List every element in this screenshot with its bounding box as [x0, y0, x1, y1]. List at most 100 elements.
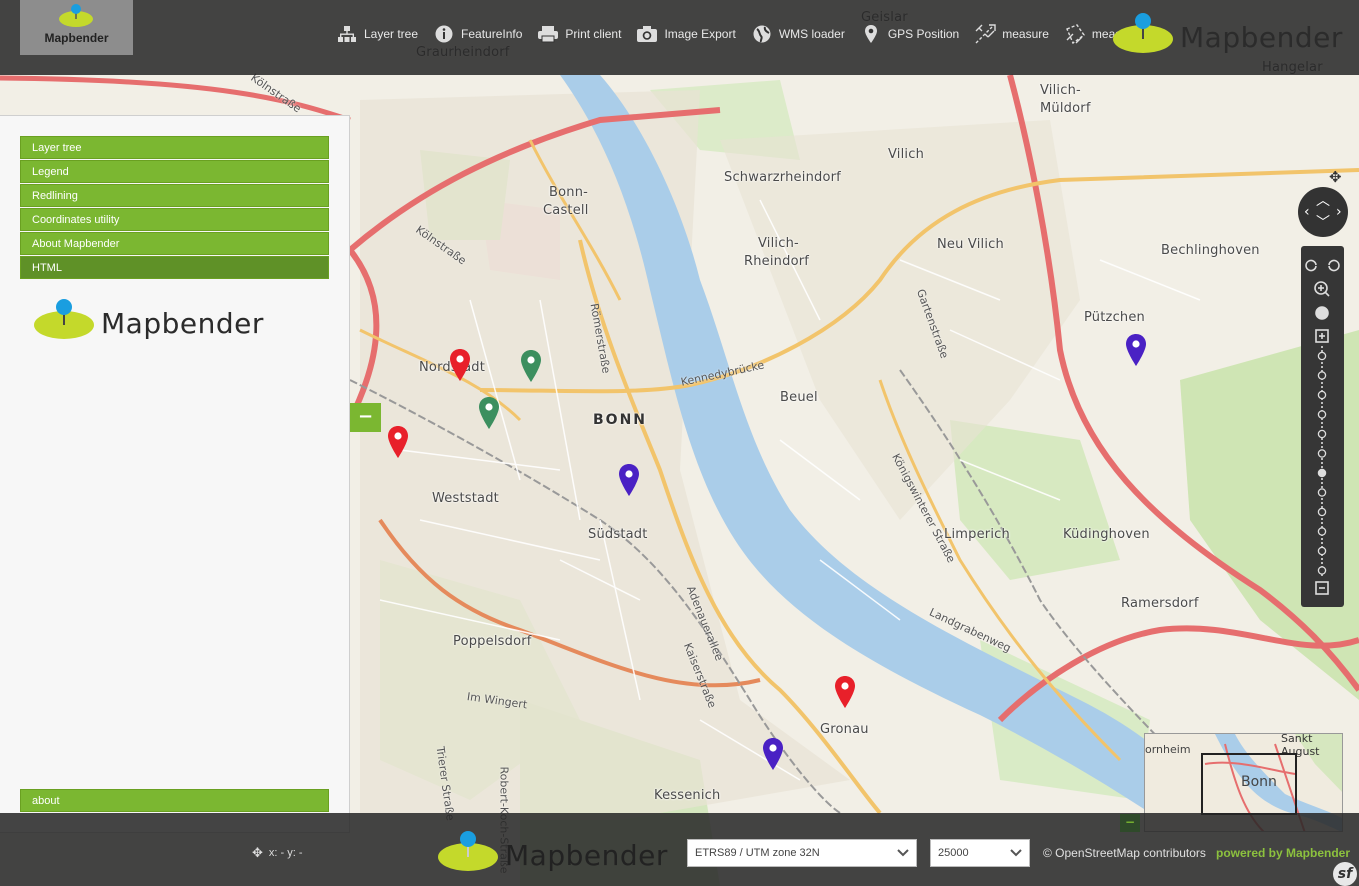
history-forward-icon: [1328, 259, 1340, 272]
app-logo-text: Mapbender: [44, 31, 109, 45]
map-marker-icon[interactable]: [834, 675, 856, 709]
toolbar-button-label: WMS loader: [778, 27, 845, 41]
sidepane-item-coordinates-utility[interactable]: Coordinates utility: [20, 208, 329, 231]
map-pin-icon: [860, 23, 882, 45]
map-place-label: Vilich: [888, 147, 925, 162]
map-marker-icon[interactable]: [618, 463, 640, 497]
map-marker-icon[interactable]: [762, 737, 784, 771]
powered-by-link[interactable]: powered by Mapbender: [1216, 846, 1350, 860]
overview-extent-box[interactable]: [1201, 753, 1297, 815]
pan-right-icon[interactable]: ›: [1336, 205, 1342, 219]
toolbar: Layer tree FeatureInfo Print client Image E…: [336, 22, 1154, 46]
sidepane-item-redlining[interactable]: Redlining: [20, 184, 329, 207]
toolbar-button-measure[interactable]: measure: [974, 23, 1049, 45]
map-place-label: Vilich-: [758, 236, 799, 251]
map-marker-icon[interactable]: [1125, 333, 1147, 367]
map-marker-icon[interactable]: [387, 425, 409, 459]
pan-down-icon[interactable]: ﹀: [1316, 216, 1330, 230]
zoom-bar: [1301, 246, 1344, 607]
toolbar-button-wms-loader[interactable]: WMS loader: [751, 23, 845, 45]
camera-icon: [636, 23, 658, 45]
footer-brand-logo: Mapbender: [437, 830, 667, 876]
measure-area-icon: [1064, 23, 1086, 45]
sidepane-logo-text: Mapbender: [101, 307, 264, 340]
measure-line-icon: [974, 23, 996, 45]
copyright-text: © OpenStreetMap contributors: [1043, 846, 1206, 860]
app-logo[interactable]: Mapbender: [20, 0, 133, 55]
map-place-label: Castell: [543, 203, 589, 218]
sidepane: Layer tree Legend Redlining Coordinates uti…: [0, 115, 350, 833]
mapbender-logo-icon: [34, 299, 94, 339]
zoom-level-step: [1317, 507, 1327, 517]
zoom-level-step: [1317, 371, 1327, 380]
sitemap-icon: [336, 23, 358, 45]
map-marker-icon[interactable]: [478, 396, 500, 430]
map-city-label: BONN: [593, 412, 648, 428]
sidepane-collapse-button[interactable]: −: [350, 403, 381, 432]
pan-up-icon[interactable]: ︿: [1316, 194, 1330, 208]
zoom-level-step: [1317, 390, 1327, 400]
history-back-icon: [1305, 259, 1317, 272]
toolbar-button-label: Layer tree: [364, 27, 419, 41]
coordinates-display: ✥ x: - y: -: [252, 845, 303, 861]
map-place-label: Ramersdorf: [1121, 596, 1199, 611]
map-marker-icon[interactable]: [449, 348, 471, 382]
map-place-label: Pützchen: [1084, 310, 1145, 325]
mapbender-logo-icon: [1113, 13, 1173, 53]
pan-left-icon[interactable]: ‹: [1304, 205, 1310, 219]
zoom-level-step: [1317, 351, 1327, 361]
srs-value: ETRS89 / UTM zone 32N: [695, 847, 820, 859]
map-place-label: Beuel: [780, 390, 818, 405]
zoom-level-step: [1317, 410, 1327, 419]
symfony-toolbar-icon[interactable]: sf: [1333, 862, 1357, 886]
chevron-down-icon: [1010, 849, 1022, 857]
map-place-label: Müldorf: [1040, 101, 1091, 116]
info-circle-icon: [433, 23, 455, 45]
scale-selector[interactable]: 25000: [930, 839, 1030, 867]
brand-logo-text: Mapbender: [1180, 21, 1343, 54]
map-place-label: Südstadt: [588, 527, 648, 542]
map-place-label: Vilich-: [1040, 83, 1081, 98]
zoom-level-step: [1317, 527, 1327, 536]
map-place-label: Bechlinghoven: [1161, 243, 1260, 258]
zoom-level-step: [1317, 488, 1327, 497]
toolbar-button-label: GPS Position: [887, 27, 960, 41]
sidepane-html-logo: Mapbender: [33, 298, 263, 344]
sidepane-item-about-mapbender[interactable]: About Mapbender: [20, 232, 329, 255]
toolbar-button-gps-position[interactable]: GPS Position: [860, 23, 959, 45]
sidepane-item-about[interactable]: about: [20, 789, 329, 812]
toolbar-button-label: FeatureInfo: [461, 27, 523, 41]
sidepane-item-html[interactable]: HTML: [20, 256, 329, 279]
toolbar-button-label: measure: [1002, 27, 1049, 41]
coordinates-value: x: - y: -: [268, 847, 303, 859]
map-place-label: Gronau: [820, 722, 869, 737]
toolbar-button-layer-tree[interactable]: Layer tree: [336, 23, 418, 45]
move-icon: ✥: [1329, 168, 1342, 186]
sidepane-item-legend[interactable]: Legend: [20, 160, 329, 183]
map-place-label: Weststadt: [432, 491, 499, 506]
sidepane-item-layer-tree[interactable]: Layer tree: [20, 136, 329, 159]
toolbar-button-label: Print client: [565, 27, 622, 41]
chevron-down-icon: [897, 849, 909, 857]
zoom-level-step: [1317, 429, 1327, 439]
overview-toggle-button[interactable]: −: [1120, 814, 1140, 832]
toolbar-button-featureinfo[interactable]: FeatureInfo: [433, 23, 522, 45]
map-place-label: Neu Vilich: [937, 237, 1004, 252]
map-place-label: Bonn-: [549, 185, 589, 200]
overview-place-label: ornheim: [1145, 743, 1191, 756]
map-place-label: Limperich: [944, 527, 1010, 542]
srs-selector[interactable]: ETRS89 / UTM zone 32N: [687, 839, 917, 867]
map-marker-icon[interactable]: [520, 349, 542, 383]
zoom-level-step: [1317, 449, 1327, 458]
toolbar-button-print-client[interactable]: Print client: [537, 23, 621, 45]
zoom-bar-icons: [1305, 259, 1340, 595]
mapbender-logo-icon: [59, 4, 93, 27]
globe-icon: [751, 23, 773, 45]
top-toolbar: Mapbender Layer tree FeatureInfo Print cli…: [0, 0, 1359, 75]
printer-icon: [537, 23, 559, 45]
footer-logo-text: Mapbender: [505, 839, 668, 872]
pan-control[interactable]: ︿ ﹀ ‹ ›: [1298, 187, 1348, 237]
mapbender-logo-icon: [438, 831, 498, 871]
scale-value: 25000: [938, 847, 969, 859]
toolbar-button-image-export[interactable]: Image Export: [636, 23, 736, 45]
